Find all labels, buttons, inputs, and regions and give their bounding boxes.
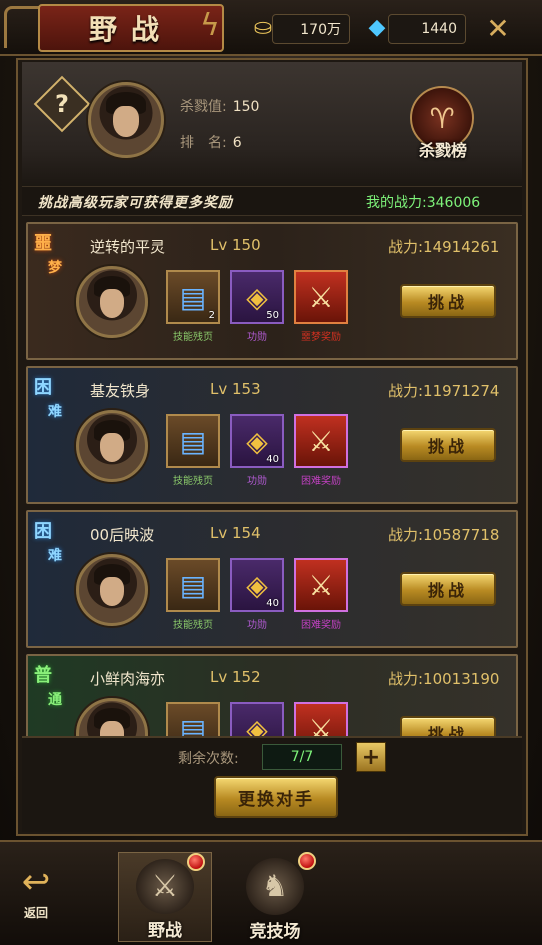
reward-tip: 挑战高级玩家可获得更多奖励 [38,195,233,211]
ram-skull-icon: ♈ [429,101,455,135]
remaining-label: 剩余次数: [178,751,239,767]
kill-stat: 杀戮值: 150 [180,96,259,116]
reward-label: 技能残页 [173,332,213,343]
close-button[interactable]: ✕ [480,10,516,46]
rank-label: 排 名: [180,135,227,151]
tab-arena-label: 竞技场 [249,922,301,942]
opponent-card: 噩梦 逆转的平灵 Lv 150 战力:14914261 ▤ 2 ◈ 50 ⚔ 技能残… [26,222,518,360]
back-label: 返回 [23,906,48,920]
reward-label: 困难奖励 [301,620,341,631]
plus-icon: + [361,744,381,770]
difficulty-badge: 普通 [34,665,62,708]
scroll-icon[interactable]: ▤ 2 [166,270,220,324]
opponent-level: Lv 150 [210,236,261,254]
question-icon: ? [55,90,69,118]
difficulty-badge: 困难 [34,377,62,420]
opponent-avatar [76,554,148,626]
reward-label: 技能残页 [173,620,213,631]
opponent-power: 战力:14914261 [388,238,500,256]
reward-label: 功勋 [247,620,267,631]
page-title: 野战 [88,13,173,46]
lightning-ornament-icon: ϟ [200,8,220,43]
opponent-power: 战力:10587718 [388,526,500,544]
difficulty-badge: 噩梦 [34,233,62,276]
opponent-card: 困难 基友铁身 Lv 153 战力:11971274 ▤ ◈ 40 ⚔ 技能残页 … [26,366,518,504]
opponent-list[interactable]: 噩梦 逆转的平灵 Lv 150 战力:14914261 ▤ 2 ◈ 50 ⚔ 技能残… [22,218,522,736]
remaining-count: 7/7 [262,744,342,770]
rank-value: 6 [232,135,242,151]
tab-arena[interactable]: ♞ 竞技场 [228,852,322,942]
difficulty-badge: 困难 [34,521,62,564]
opponent-avatar [76,266,148,338]
token-icon[interactable]: ◈ [230,702,284,736]
change-opponent-button[interactable]: 更换对手 [214,776,338,818]
opponent-name: 逆转的平灵 [90,238,166,256]
token-icon[interactable]: ◈ 50 [230,270,284,324]
challenge-button[interactable]: 挑战 [400,428,496,462]
tab-field-label: 野战 [148,921,182,941]
gem-value: 1440 [421,21,457,37]
reward-label: 功勋 [247,332,267,343]
scroll-icon[interactable]: ▤ [166,702,220,736]
opponent-card: 困难 00后映波 Lv 154 战力:10587718 ▤ ◈ 40 ⚔ 技能残页… [26,510,518,648]
opponent-level: Lv 152 [210,668,261,686]
scroll-icon[interactable]: ▤ [166,414,220,468]
gold-value: 170万 [300,22,341,38]
kill-rank-label[interactable]: 杀戮榜 [400,137,486,161]
opponent-power: 战力:10013190 [388,670,500,688]
opponent-name: 小鲜肉海亦 [90,670,166,688]
opponent-name: 00后映波 [90,526,155,544]
gem-counter: 1440 [388,14,466,44]
crossed-swords-icon[interactable]: ⚔ [294,702,348,736]
challenge-button[interactable]: 挑战 [400,716,496,736]
opponent-avatar [76,698,148,736]
challenge-button[interactable]: 挑战 [400,284,496,318]
kill-label: 杀戮值: [180,99,227,115]
crossed-swords-icon[interactable]: ⚔ [294,414,348,468]
notification-dot [298,852,316,870]
arena-icon: ♞ [246,858,304,915]
token-icon[interactable]: ◈ 40 [230,414,284,468]
player-avatar [88,82,164,158]
scroll-icon[interactable]: ▤ [166,558,220,612]
opponent-card: 普通 小鲜肉海亦 Lv 152 战力:10013190 ▤ ◈ ⚔ 挑战 [26,654,518,736]
corner-ornament [4,6,40,48]
rank-stat: 排 名: 6 [180,132,242,152]
kill-value: 150 [232,99,260,115]
crossed-swords-icon[interactable]: ⚔ [294,270,348,324]
challenge-button[interactable]: 挑战 [400,572,496,606]
notification-dot [187,853,205,871]
opponent-level: Lv 153 [210,380,261,398]
opponent-avatar [76,410,148,482]
reward-label: 困难奖励 [301,476,341,487]
reward-label: 功勋 [247,476,267,487]
my-power: 我的战力:346006 [366,195,481,211]
reward-label: 噩梦奖励 [301,332,341,343]
crossed-swords-icon[interactable]: ⚔ [294,558,348,612]
add-attempts-button[interactable]: + [356,742,386,772]
title-plate: 野战 [38,4,224,52]
gold-counter: 170万 [272,14,350,44]
back-arrow-icon: ↩ [21,862,51,902]
opponent-power: 战力:11971274 [388,382,500,400]
tab-field-battle[interactable]: ⚔ 野战 [118,852,212,942]
opponent-level: Lv 154 [210,524,261,542]
opponent-name: 基友铁身 [90,382,151,400]
reward-label: 技能残页 [173,476,213,487]
token-icon[interactable]: ◈ 40 [230,558,284,612]
shield-sword-icon: ⚔ [136,859,194,914]
back-button[interactable]: ↩ 返回 [10,862,62,932]
